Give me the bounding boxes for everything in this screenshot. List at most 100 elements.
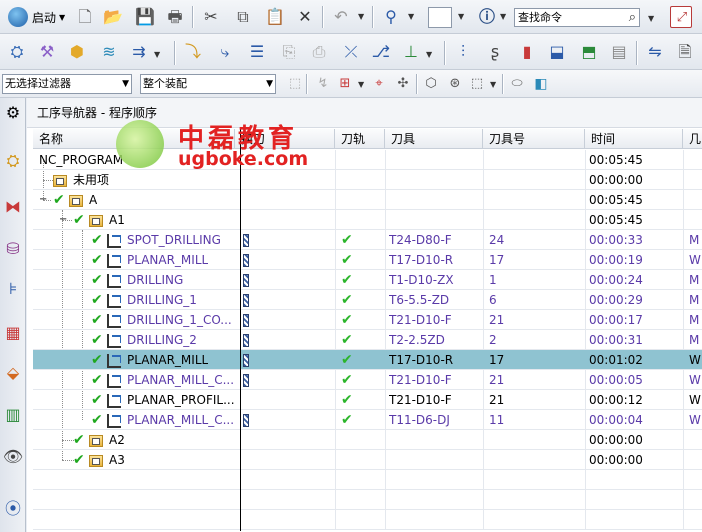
collapse-icon[interactable]: − bbox=[39, 190, 47, 210]
filter-combo[interactable]: 无选择过滤器 ▼ bbox=[2, 74, 132, 94]
folder-icon bbox=[69, 190, 83, 210]
table-row[interactable]: ✔ PLANAR_PROFIL... ✔ T21-D10-F 21 00:00:… bbox=[33, 390, 702, 410]
selection-dropdown-icon[interactable]: ▼ bbox=[408, 12, 414, 21]
list-toolpath-icon[interactable]: ☰ bbox=[246, 41, 268, 63]
shop-doc-icon[interactable]: ⊥ bbox=[400, 41, 422, 63]
machine-navigator-icon[interactable]: ▦ bbox=[1, 320, 25, 346]
cut-icon[interactable]: ✂ bbox=[200, 6, 222, 28]
search-icon[interactable]: ⌕ bbox=[629, 9, 636, 26]
column-resize-line[interactable] bbox=[240, 129, 241, 531]
create-operation-icon[interactable]: ⇉ bbox=[128, 41, 150, 63]
reuse-library-icon[interactable]: ⬙ bbox=[1, 360, 25, 386]
transform-icon[interactable]: ⬒ bbox=[578, 41, 600, 63]
report-icon[interactable]: ▤ bbox=[608, 41, 630, 63]
new-file-icon[interactable]: 🗋 bbox=[74, 6, 96, 28]
toolpath-check-icon: ✔ bbox=[341, 412, 353, 428]
table-row[interactable]: ✔ DRILLING_2 ✔ T2-2.5ZD 2 00:00:31 M bbox=[33, 330, 702, 350]
tool-path-edit-icon[interactable]: ▮ bbox=[516, 41, 538, 63]
search-dropdown-icon[interactable]: ▼ bbox=[648, 14, 654, 23]
object-icon[interactable]: ⬓ bbox=[546, 41, 568, 63]
roles-icon[interactable]: ▥ bbox=[1, 402, 25, 428]
snap-dropdown-icon[interactable]: ▼ bbox=[358, 80, 364, 89]
replay-toolpath-icon[interactable]: ⤷ bbox=[214, 41, 236, 63]
part-navigator-icon[interactable]: ⛁ bbox=[1, 236, 25, 262]
table-row[interactable]: ✔ DRILLING_1 ✔ T6-5.5-ZD 6 00:00:29 M bbox=[33, 290, 702, 310]
internet-icon[interactable]: ⦿ bbox=[1, 496, 25, 522]
verify-icon[interactable]: ⎘ bbox=[278, 41, 300, 63]
document-icon[interactable]: 🗎 bbox=[674, 41, 696, 63]
start-button[interactable]: 启动 ▼ bbox=[8, 6, 65, 28]
open-file-icon[interactable]: 📂 bbox=[102, 6, 124, 28]
fullscreen-icon[interactable]: ⤢ bbox=[670, 6, 692, 28]
generate-toolpath-icon[interactable]: ⤵ bbox=[182, 41, 204, 63]
lasso-select-icon[interactable]: ⊛ bbox=[444, 73, 466, 95]
crosshair-icon[interactable]: ⌖ bbox=[368, 73, 390, 95]
assembly-navigator-icon[interactable]: ⛭ bbox=[1, 148, 25, 174]
simulate-icon[interactable]: ⎙ bbox=[308, 41, 330, 63]
table-row[interactable]: ✔ PLANAR_MILL ✔ T17-D10-R 17 00:00:19 W bbox=[33, 250, 702, 270]
create-method-icon[interactable]: ≋ bbox=[98, 41, 120, 63]
col-path[interactable]: 刀轨 bbox=[335, 129, 385, 149]
color-swatch[interactable] bbox=[428, 7, 452, 28]
pick-icon[interactable]: ✣ bbox=[392, 73, 414, 95]
table-row[interactable]: 未用项 00:00:00 bbox=[33, 170, 702, 190]
table-row[interactable]: ✔ DRILLING_1_CO... ✔ T21-D10-F 21 00:00:… bbox=[33, 310, 702, 330]
undo-dropdown-icon[interactable]: ▼ bbox=[358, 12, 364, 21]
select-dropdown-icon[interactable]: ▼ bbox=[490, 80, 496, 89]
body-select-icon[interactable]: ⬭ bbox=[506, 73, 528, 95]
assembly-combo-value: 整个装配 bbox=[143, 77, 187, 90]
col-tool-change[interactable]: 换刀 bbox=[235, 129, 335, 149]
col-tool[interactable]: 刀具 bbox=[385, 129, 483, 149]
settings-icon[interactable]: ⚙ bbox=[1, 100, 25, 126]
table-row[interactable]: NC_PROGRAM 00:05:45 bbox=[33, 150, 702, 170]
status-check-icon: ✔ bbox=[91, 272, 103, 288]
col-name[interactable]: 名称 bbox=[33, 129, 235, 149]
table-row[interactable]: ✔ DRILLING ✔ T1-D10-ZX 1 00:00:24 M bbox=[33, 270, 702, 290]
constraint-navigator-icon[interactable]: ⧓ bbox=[1, 194, 25, 220]
snap-icon[interactable]: ↯ bbox=[312, 73, 334, 95]
table-row[interactable]: − ✔ A1 00:05:45 bbox=[33, 210, 702, 230]
table-row[interactable]: ✔ PLANAR_MILL_C... ✔ T11-D6-DJ 11 00:00:… bbox=[33, 410, 702, 430]
copy-icon[interactable]: ⧉ bbox=[232, 6, 254, 28]
info-dropdown-icon[interactable]: ▼ bbox=[500, 12, 506, 21]
polygon-select-icon[interactable]: ⬡ bbox=[420, 73, 442, 95]
history-icon[interactable]: 👁 bbox=[1, 444, 25, 470]
feeds-speeds-icon[interactable]: ⫶ bbox=[452, 41, 474, 63]
selection-tools-icon[interactable]: ⚲ bbox=[380, 6, 402, 28]
rectangle-select-icon[interactable]: ⬚ bbox=[466, 73, 488, 95]
create-dropdown-icon[interactable]: ▼ bbox=[154, 50, 160, 59]
table-row[interactable]: ✔ A3 00:00:00 bbox=[33, 450, 702, 470]
information-icon[interactable]: ⓘ bbox=[476, 6, 498, 28]
row-time: 00:05:45 bbox=[589, 213, 643, 227]
row-tool-number: 1 bbox=[489, 273, 497, 287]
general-select-icon[interactable]: ⬚ bbox=[284, 73, 306, 95]
paste-icon[interactable]: 📋 bbox=[264, 6, 286, 28]
table-row[interactable]: − ✔ A 00:05:45 bbox=[33, 190, 702, 210]
command-search-input[interactable]: 查找命令 ⌕ bbox=[514, 8, 640, 27]
color-dropdown-icon[interactable]: ▼ bbox=[458, 12, 464, 21]
export-icon[interactable]: ⇋ bbox=[644, 41, 666, 63]
table-row[interactable]: ✔ SPOT_DRILLING ✔ T24-D80-F 24 00:00:33 … bbox=[33, 230, 702, 250]
table-row-selected[interactable]: ✔ PLANAR_MILL ✔ T17-D10-R 17 00:01:02 W bbox=[33, 350, 702, 370]
undo-icon[interactable]: ↶ bbox=[330, 6, 352, 28]
col-geometry[interactable]: 几 bbox=[683, 129, 702, 149]
table-row[interactable]: ✔ PLANAR_MILL_C... ✔ T21-D10-F 21 00:00:… bbox=[33, 370, 702, 390]
operation-navigator-icon[interactable]: ⊧ bbox=[1, 276, 25, 302]
postprocess-icon[interactable]: ⎇ bbox=[370, 41, 392, 63]
col-time[interactable]: 时间 bbox=[585, 129, 683, 149]
assembly-combo[interactable]: 整个装配 ▼ bbox=[140, 74, 276, 94]
delete-toolpath-icon[interactable]: ⤫ bbox=[340, 41, 362, 63]
save-icon[interactable]: 💾 bbox=[134, 6, 156, 28]
solid-icon[interactable]: ◧ bbox=[530, 73, 552, 95]
create-program-icon[interactable]: ⛭ bbox=[6, 41, 28, 63]
method-icon[interactable]: ʂ bbox=[484, 41, 506, 63]
collapse-icon[interactable]: − bbox=[59, 210, 67, 230]
create-tool-icon[interactable]: ⚒ bbox=[36, 41, 58, 63]
print-icon[interactable]: 🖶 bbox=[164, 6, 186, 28]
delete-icon[interactable]: ✕ bbox=[294, 6, 316, 28]
table-row[interactable]: ✔ A2 00:00:00 bbox=[33, 430, 702, 450]
create-geometry-icon[interactable]: ⬢ bbox=[66, 41, 88, 63]
col-tool-number[interactable]: 刀具号 bbox=[483, 129, 585, 149]
output-dropdown-icon[interactable]: ▼ bbox=[426, 50, 432, 59]
point-snap-icon[interactable]: ⊞ bbox=[334, 73, 356, 95]
